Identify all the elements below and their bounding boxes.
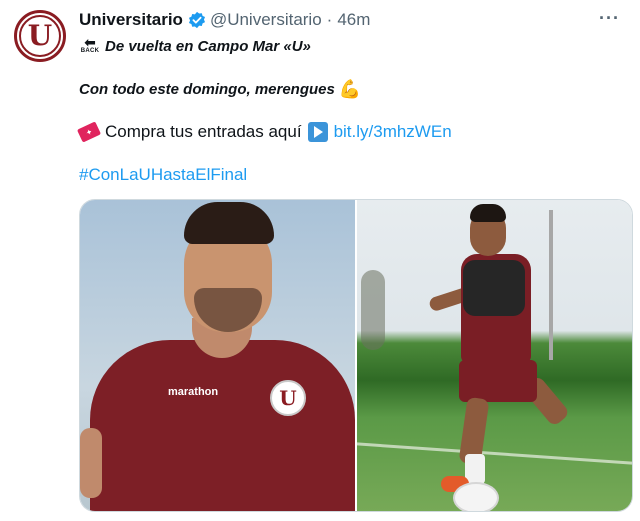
tweet-text-line-3: Compra tus entradas aquí — [105, 122, 302, 141]
tweet-header: Universitario @Universitario · 46m ··· — [79, 9, 620, 31]
tweet-line-3: ✦ Compra tus entradas aquí bit.ly/3mhzWE… — [76, 120, 452, 144]
tweet-line-2: Con todo este domingo, merengues 💪 — [79, 77, 361, 101]
shirt-crest: U — [270, 380, 306, 416]
display-name[interactable]: Universitario — [79, 10, 183, 30]
handle[interactable]: @Universitario — [210, 10, 322, 30]
tweet-link[interactable]: bit.ly/3mhzWEn — [334, 122, 452, 142]
tweet-line-1: ⬅ BACK De vuelta en Campo Mar «U» — [79, 34, 311, 58]
shirt-brand-text: marathon — [168, 386, 219, 398]
flexed-biceps-icon: 💪 — [338, 78, 362, 99]
player-shorts — [459, 360, 537, 402]
player-training-vest — [463, 260, 525, 316]
tweet-text-line-1: De vuelta en Campo Mar «U» — [105, 37, 311, 55]
avatar[interactable]: U — [14, 10, 66, 62]
photo-player-training[interactable] — [357, 200, 632, 511]
player-shirt — [90, 340, 355, 511]
soccer-ball — [453, 482, 499, 511]
back-icon-text: BACK — [80, 48, 100, 54]
thumb-up — [80, 428, 102, 498]
avatar-logo: U — [19, 15, 61, 57]
shirt-crest-letter: U — [279, 386, 297, 410]
back-arrow-icon: ⬅ BACK — [80, 34, 100, 54]
tweet-text-line-2: Con todo este domingo, merengues — [79, 80, 335, 98]
background-tree — [361, 270, 385, 350]
more-options-icon[interactable]: ··· — [599, 9, 620, 27]
play-button-icon — [307, 122, 328, 142]
avatar-letter: U — [27, 19, 53, 52]
separator-dot: · — [326, 10, 333, 29]
ticket-icon: ✦ — [76, 121, 102, 143]
hashtag-link[interactable]: #ConLaUHastaElFinal — [79, 165, 247, 185]
background-pole — [549, 210, 553, 360]
player-hair — [184, 202, 274, 244]
media-grid: marathon U — [79, 199, 633, 512]
player-hair — [470, 204, 506, 222]
verified-badge-icon — [188, 11, 205, 29]
pitch-line — [357, 442, 632, 465]
photo-player-portrait[interactable]: marathon U — [80, 200, 355, 511]
tweet-line-4: #ConLaUHastaElFinal — [79, 163, 247, 187]
timestamp[interactable]: 46m — [337, 10, 370, 30]
